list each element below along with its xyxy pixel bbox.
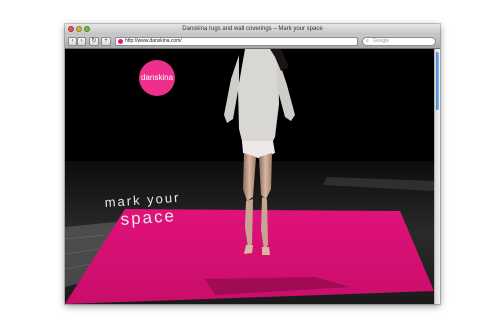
brand-logo[interactable]: danskina: [139, 60, 175, 96]
back-button[interactable]: ‹: [68, 37, 77, 46]
back-arrow-icon: ‹: [71, 38, 74, 44]
tagline-line2: space: [120, 206, 177, 229]
address-bar[interactable]: http://www.danskina.com/: [115, 37, 358, 46]
search-input[interactable]: Google: [373, 38, 389, 45]
reload-button[interactable]: ↻: [89, 37, 99, 46]
reload-icon: ↻: [91, 38, 97, 44]
search-field[interactable]: ⌕ Google: [362, 37, 436, 46]
url-text[interactable]: http://www.danskina.com/: [125, 38, 182, 45]
vertical-scrollbar[interactable]: [434, 49, 440, 304]
forward-arrow-icon: ›: [80, 38, 83, 44]
logo-text: danskina: [140, 73, 174, 82]
browser-toolbar: ‹ › ↻ + http://www.danskina.com/ ⌕ Googl…: [65, 35, 440, 49]
scrollbar-thumb[interactable]: [436, 52, 439, 110]
browser-window: Danskina rugs and wall coverings – Mark …: [65, 24, 440, 304]
plus-icon: +: [104, 38, 108, 44]
site-favicon-icon: [118, 39, 123, 44]
page-viewport: mark your space danskina: [65, 49, 440, 304]
add-bookmark-button[interactable]: +: [101, 37, 111, 46]
forward-button[interactable]: ›: [77, 37, 86, 46]
search-icon: ⌕: [366, 38, 369, 44]
title-bar: Danskina rugs and wall coverings – Mark …: [65, 24, 440, 35]
hero-photo: mark your space: [65, 49, 434, 304]
window-title: Danskina rugs and wall coverings – Mark …: [182, 26, 323, 32]
